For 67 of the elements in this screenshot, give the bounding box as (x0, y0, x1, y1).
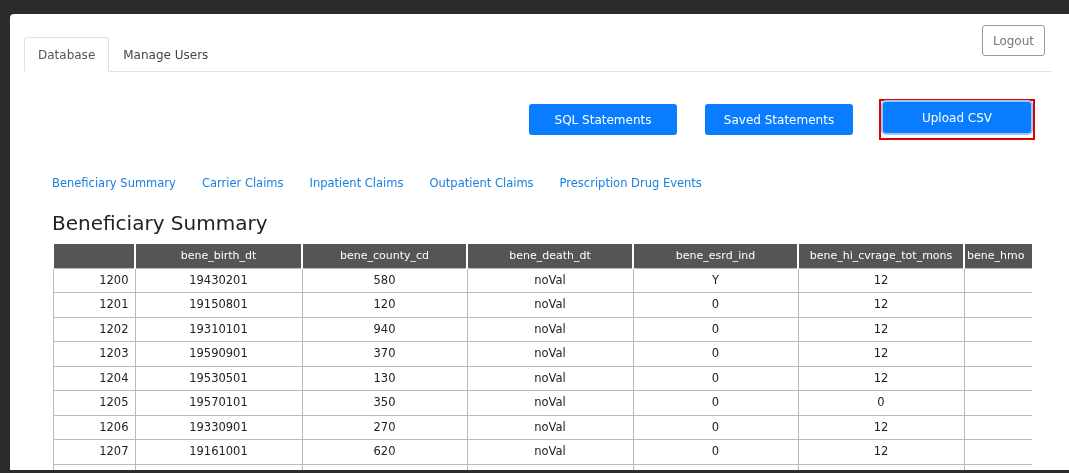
table-link[interactable]: Beneficiary Summary (52, 175, 176, 193)
table-cell: noVal (467, 439, 633, 465)
table-cell: 350 (302, 390, 467, 416)
table-cell: 0 (633, 390, 798, 416)
table-cell: 19310101 (135, 317, 302, 342)
table-cell: 19161001 (135, 439, 302, 465)
column-header: bene_birth_dt (135, 244, 302, 269)
table-cell: noVal (467, 268, 633, 293)
table-cell: 0 (633, 415, 798, 440)
table-cell: noVal (467, 292, 633, 318)
table-cell: 120 (302, 292, 467, 318)
table-cell: 12 (798, 341, 964, 367)
table-cell: 0 (633, 317, 798, 342)
table-link[interactable]: Inpatient Claims (309, 175, 404, 193)
table-link[interactable]: Carrier Claims (201, 175, 284, 193)
tab[interactable]: Database (24, 37, 110, 72)
section-heading: Beneficiary Summary (52, 210, 269, 238)
action-button[interactable]: SQL Statements (529, 104, 677, 135)
table-cell: noVal (467, 317, 633, 342)
table-cell: 0 (633, 439, 798, 465)
table-cell: 19590901 (135, 341, 302, 367)
column-header: bene_hi_cvrage_tot_mons (798, 244, 964, 269)
tab[interactable]: Manage Users (109, 37, 223, 72)
table-cell: noVal (467, 415, 633, 440)
table-cell (964, 268, 1032, 293)
column-header: bene_esrd_ind (633, 244, 798, 269)
column-header: bene_county_cd (302, 244, 467, 269)
table-link[interactable]: Prescription Drug Events (559, 175, 702, 193)
table-cell: 0 (633, 366, 798, 391)
row-number: 1204 (53, 366, 135, 391)
table-cell: 580 (302, 268, 467, 293)
row-number: 1206 (53, 415, 135, 440)
column-header: bene_death_dt (467, 244, 633, 269)
table-cell: 940 (302, 317, 467, 342)
row-number: 1200 (53, 268, 135, 293)
table-cell: 0 (633, 341, 798, 367)
table-cell: 12 (798, 439, 964, 465)
row-number: 1201 (53, 292, 135, 318)
table-cell: noVal (467, 341, 633, 367)
table-cell: 12 (798, 292, 964, 318)
logout-button[interactable]: Logout (981, 25, 1045, 56)
table-cell: 130 (302, 366, 467, 391)
action-button[interactable]: Saved Statements (705, 104, 853, 135)
action-button[interactable]: Upload CSV (883, 102, 1031, 133)
table-cell: 620 (302, 439, 467, 465)
table-cell: 12 (798, 415, 964, 440)
table-cell: 19430201 (135, 268, 302, 293)
row-number: 1205 (53, 390, 135, 416)
table-cell: 0 (633, 292, 798, 318)
table-cell: 270 (302, 415, 467, 440)
table-cell: 12 (798, 317, 964, 342)
table-cell: noVal (467, 366, 633, 391)
row-number: 1203 (53, 341, 135, 367)
table-cell: 19150801 (135, 292, 302, 318)
table-cell: 19330901 (135, 415, 302, 440)
table-cell: 12 (798, 366, 964, 391)
row-number: 1207 (53, 439, 135, 465)
table-link[interactable]: Outpatient Claims (429, 175, 534, 193)
table-cell: 370 (302, 341, 467, 367)
table-cell: 19570101 (135, 390, 302, 416)
row-number: 1202 (53, 317, 135, 342)
table-cell: 19530501 (135, 366, 302, 391)
table-cell: 12 (798, 268, 964, 293)
table-cell: 0 (798, 390, 964, 416)
table-cell: Y (633, 268, 798, 293)
table-cell: noVal (467, 390, 633, 416)
column-header: bene_hmo (964, 244, 1032, 269)
